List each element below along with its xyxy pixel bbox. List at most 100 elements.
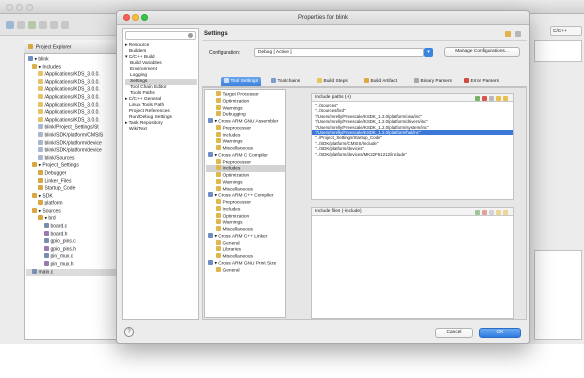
tool-tree-item[interactable]: Target Processor	[206, 91, 285, 98]
add-file-icon[interactable]	[475, 210, 480, 215]
build-icon[interactable]	[28, 21, 36, 29]
folder-icon	[38, 147, 43, 153]
tree-item[interactable]: ▾ blink	[26, 56, 122, 64]
nav-item[interactable]: WikiText	[125, 127, 197, 133]
edit-file-icon[interactable]	[489, 210, 494, 215]
tab-build-artifact[interactable]: Build Artifact	[361, 77, 400, 86]
move-down-icon[interactable]	[503, 210, 508, 215]
tool-tree-item[interactable]: Optimization	[206, 97, 285, 105]
cancel-button[interactable]: Cancel	[435, 328, 473, 338]
tree-item[interactable]: /Applications/KDS_3.0.0.	[26, 71, 122, 79]
filter-input[interactable]	[125, 31, 196, 40]
tool-tree-item[interactable]: Preprocessor	[206, 158, 285, 166]
tree-item[interactable]: blink/SDK/platform/CMSIS	[26, 131, 122, 140]
tool-tree-item[interactable]: Warnings	[206, 178, 285, 186]
new-icon[interactable]	[6, 21, 14, 29]
tree-item[interactable]: gpio_pins.c	[26, 238, 122, 246]
settings-icon	[216, 226, 221, 231]
chevron-down-icon[interactable]: ▾	[424, 48, 433, 57]
project-explorer-tab-label[interactable]: Project Explorer	[36, 45, 72, 51]
tree-item[interactable]: ▾ Sources	[26, 207, 122, 216]
tool-tree-item[interactable]: ▾ Cross ARM GNU Assembler	[206, 118, 285, 125]
tool-tree-item[interactable]: Warnings	[206, 138, 285, 145]
tool-tree-item[interactable]: Miscellaneous	[206, 145, 285, 152]
tab-build-steps[interactable]: Build Steps	[314, 77, 351, 86]
dialog-minimize-button[interactable]	[132, 14, 139, 21]
dialog-close-button[interactable]	[123, 14, 130, 21]
tool-tree-item[interactable]: General	[206, 239, 285, 247]
tool-tree-item[interactable]: Preprocessor	[206, 199, 285, 206]
move-up-icon[interactable]	[496, 210, 501, 215]
tree-item[interactable]: /Applications/KDS_3.0.0.	[26, 116, 122, 125]
save-icon[interactable]	[17, 21, 25, 29]
tool-tree-item[interactable]: ▾ Cross ARM C Compiler	[206, 151, 285, 159]
add-path-icon[interactable]	[475, 96, 480, 101]
clear-filter-icon[interactable]	[188, 33, 193, 38]
tree-item[interactable]: Linker_Files	[26, 177, 122, 186]
tool-tree-item[interactable]: Includes	[206, 131, 285, 139]
tool-tree-item[interactable]: ▾ Cross ARM C++ Linker	[206, 232, 285, 240]
tool-tree-item[interactable]: Miscellaneous	[206, 185, 285, 193]
edit-path-icon[interactable]	[489, 96, 494, 101]
help-icon[interactable]: ?	[124, 327, 134, 337]
tree-item[interactable]: /Applications/KDS_3.0.0.	[26, 78, 122, 87]
tree-item[interactable]: pin_mux.c	[26, 253, 122, 261]
include-path-row[interactable]: "../SDK/platform/devices/MK22F51212/incl…	[312, 152, 513, 157]
tab-error-parsers[interactable]: Error Parsers	[461, 77, 502, 86]
tree-item[interactable]: board.c	[26, 223, 122, 231]
tool-tree-item[interactable]: Preprocessor	[206, 124, 285, 132]
configuration-select[interactable]: Debug [ Active ]	[254, 48, 424, 57]
tree-item[interactable]: blink/SDK/platform/device	[26, 139, 122, 148]
search-icon[interactable]	[61, 21, 69, 29]
tool-tree-item[interactable]: Miscellaneous	[206, 253, 285, 260]
tree-item[interactable]: /Applications/KDS_3.0.0.	[26, 101, 122, 110]
tool-tree-item[interactable]: Optimization	[206, 212, 285, 220]
manage-configurations-button[interactable]: Manage Configurations...	[444, 47, 520, 57]
ok-button[interactable]: OK	[479, 328, 521, 338]
forward-arrow-icon[interactable]	[515, 31, 521, 37]
ide-minimize-button[interactable]	[16, 4, 23, 11]
perspective-switch[interactable]: C/C++	[550, 26, 582, 36]
tree-item[interactable]: ▾ Includes	[26, 63, 122, 72]
tab-binary-parsers[interactable]: Binary Parsers	[411, 77, 455, 86]
tool-tree-item[interactable]: Warnings	[206, 219, 285, 226]
delete-file-icon[interactable]	[482, 210, 487, 215]
tree-item[interactable]: blink/Sources	[26, 154, 122, 163]
tool-tree-item-selected[interactable]: Includes	[206, 165, 285, 172]
tree-item[interactable]: /Applications/KDS_3.0.0.	[26, 86, 122, 94]
ide-close-button[interactable]	[6, 4, 13, 11]
tree-item[interactable]: /Applications/KDS_3.0.0.	[26, 109, 122, 117]
tool-tree-item[interactable]: General	[206, 266, 285, 274]
tree-item[interactable]: /Applications/KDS_3.0.0.	[26, 93, 122, 102]
tool-tree-item[interactable]: Libraries	[206, 246, 285, 253]
tool-tree-item[interactable]: Warnings	[206, 104, 285, 112]
debug-icon[interactable]	[39, 21, 47, 29]
tree-item[interactable]: Startup_Code	[26, 185, 122, 193]
tool-tree-item[interactable]: Miscellaneous	[206, 226, 285, 233]
tab-tool-settings[interactable]: Tool Settings	[221, 77, 261, 86]
tree-item[interactable]: gpio_pins.h	[26, 245, 122, 254]
back-arrow-icon[interactable]	[505, 31, 511, 37]
tree-item[interactable]: blink/Project_Settings/St	[26, 124, 122, 132]
tool-tree-item[interactable]: Optimization	[206, 172, 285, 179]
run-icon[interactable]	[50, 21, 58, 29]
dialog-zoom-button[interactable]	[141, 14, 148, 21]
tree-item[interactable]: ▾ brd	[26, 215, 122, 223]
tool-tree-item[interactable]: Debugging	[206, 111, 285, 118]
tool-tree-item[interactable]: Includes	[206, 205, 285, 213]
move-up-icon[interactable]	[496, 96, 501, 101]
tree-item[interactable]: Debugger	[26, 169, 122, 178]
move-down-icon[interactable]	[503, 96, 508, 101]
tool-tree-item[interactable]: ▾ Cross ARM GNU Print Size	[206, 259, 285, 267]
tree-item[interactable]: main.c	[26, 268, 122, 277]
tree-item[interactable]: ▾ SDK	[26, 192, 122, 201]
tree-item[interactable]: pin_mux.h	[26, 261, 122, 269]
tree-item[interactable]: platform	[26, 200, 122, 208]
tree-item[interactable]: board.h	[26, 230, 122, 239]
tree-item[interactable]: ▾ Project_Settings	[26, 162, 122, 170]
delete-path-icon[interactable]	[482, 96, 487, 101]
tool-tree-item[interactable]: ▾ Cross ARM C++ Compiler	[206, 192, 285, 199]
tab-toolchains[interactable]: Toolchains	[268, 77, 303, 86]
tree-item[interactable]: blink/SDK/platform/device	[26, 147, 122, 155]
ide-zoom-button[interactable]	[26, 4, 33, 11]
